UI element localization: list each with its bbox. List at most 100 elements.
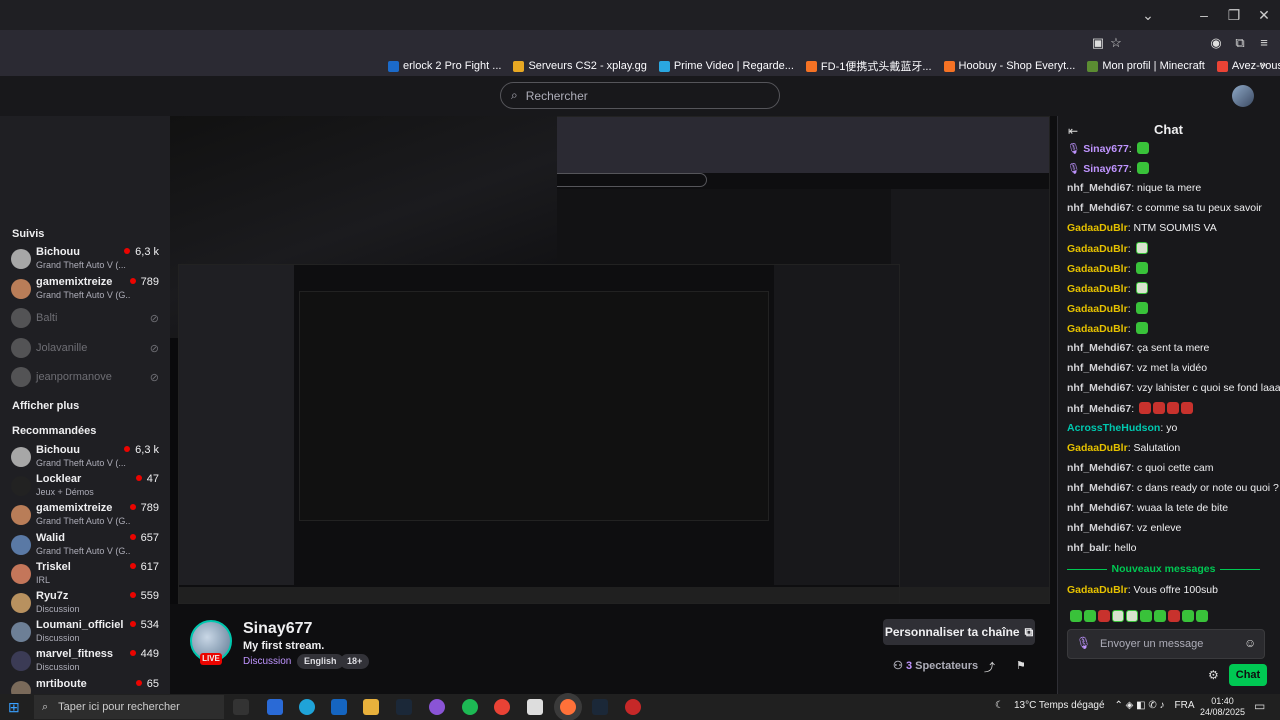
sidebar-channel[interactable]: gamemixtreize Grand Theft Auto V (G... 7… <box>0 275 170 303</box>
task-view-icon[interactable] <box>233 699 249 715</box>
weather-text[interactable]: 13°C Temps dégagé <box>1014 700 1105 711</box>
emote-icon[interactable] <box>1135 322 1148 334</box>
chat-username[interactable]: Sinay677 <box>1083 163 1129 175</box>
picture-in-picture-icon[interactable]: ▣ <box>1090 35 1106 51</box>
sidebar-channel[interactable]: Walid Grand Theft Auto V (G... 657 <box>0 531 170 559</box>
sidebar-channel[interactable]: Bichouu Grand Theft Auto V (... 6,3 k <box>0 245 170 273</box>
discord-app-icon[interactable] <box>429 699 445 715</box>
chat-username[interactable]: nhf_Mehdi67 <box>1067 382 1131 394</box>
folder-app-icon[interactable] <box>363 699 379 715</box>
chat-username[interactable]: nhf_Mehdi67 <box>1067 182 1131 194</box>
chat-username[interactable]: nhf_Mehdi67 <box>1067 522 1131 534</box>
minimize-button[interactable]: – <box>1194 6 1214 24</box>
tag-english[interactable]: English <box>297 654 344 669</box>
chat-username[interactable]: nhf_Mehdi67 <box>1067 462 1131 474</box>
bookmark-item[interactable]: Serveurs CS2 - xplay.gg <box>513 60 647 72</box>
emote-icon[interactable] <box>1135 302 1148 314</box>
sidebar-channel[interactable]: Ryu7z Discussion 559 <box>0 589 170 617</box>
steam-app-icon-2[interactable] <box>592 699 608 715</box>
chat-username[interactable]: nhf_Mehdi67 <box>1067 342 1131 354</box>
mod-view-icon[interactable]: ⚑ <box>1016 659 1026 672</box>
windows-start-icon[interactable]: ⊞ <box>8 699 24 715</box>
explorer-app-icon[interactable] <box>267 699 283 715</box>
sidebar-channel[interactable]: Locklear Jeux + Démos 47 <box>0 472 170 500</box>
restore-button[interactable]: ❐ <box>1224 6 1244 24</box>
outlook-app-icon[interactable] <box>331 699 347 715</box>
share-icon[interactable]: ⤴ <box>984 659 995 675</box>
chat-username[interactable]: GadaaDuBlr <box>1067 263 1128 275</box>
chat-username[interactable]: nhf_Mehdi67 <box>1067 482 1131 494</box>
emote-icon[interactable] <box>1135 262 1148 274</box>
chat-username[interactable]: AcrossTheHudson <box>1067 422 1160 434</box>
bookmark-star-icon[interactable]: ☆ <box>1108 35 1124 51</box>
stream-category[interactable]: Discussion <box>243 656 291 667</box>
emote-icon[interactable] <box>1136 142 1149 154</box>
chrome-app-icon[interactable] <box>494 699 510 715</box>
chat-username[interactable]: GadaaDuBlr <box>1067 283 1128 295</box>
sidebar-channel[interactable]: jeanpormanove ⊘ <box>0 363 170 391</box>
bookmarks-overflow-icon[interactable]: » <box>1260 59 1266 71</box>
chat-username[interactable]: Sinay677 <box>1083 143 1129 155</box>
emote-icon[interactable] <box>1136 162 1149 174</box>
taskbar-search-input[interactable]: ⌕ Taper ici pour rechercher <box>34 695 224 719</box>
sidebar-channel[interactable]: Triskel IRL 617 <box>0 560 170 588</box>
bookmark-item[interactable]: Prime Video | Regarde... <box>658 60 794 72</box>
tab-list-chevron-icon[interactable]: ⌄ <box>1138 6 1158 24</box>
video-player[interactable] <box>170 116 1050 604</box>
chat-username[interactable]: nhf_Mehdi67 <box>1067 403 1131 415</box>
bookmark-favicon-icon <box>943 60 955 72</box>
account-icon[interactable]: ◉ <box>1208 35 1224 51</box>
search-input[interactable]: ⌕ Rechercher <box>500 82 780 109</box>
emote-picker-icon[interactable]: ☺ <box>1244 636 1256 650</box>
store-app-icon[interactable] <box>527 699 543 715</box>
tray-icons[interactable]: ⌃ ◈ ◧ ✆ ♪ <box>1115 700 1165 711</box>
sidebar-channel[interactable]: marvel_fitness Discussion 449 <box>0 647 170 675</box>
extensions-icon[interactable]: ⧉ <box>1232 35 1248 51</box>
sidebar-channel[interactable]: Jolavanille ⊘ <box>0 334 170 362</box>
steam-app-icon[interactable] <box>396 699 412 715</box>
sidebar-channel[interactable]: gamemixtreize Grand Theft Auto V (G... 7… <box>0 501 170 529</box>
bookmark-item[interactable]: FD-1便携式头戴蓝牙... <box>805 58 932 74</box>
language-indicator[interactable]: FRA <box>1175 700 1195 711</box>
sidebar-channel[interactable]: Balti ⊘ <box>0 304 170 332</box>
sidebar-channel[interactable]: Bichouu Grand Theft Auto V (... 6,3 k <box>0 443 170 471</box>
chat-username[interactable]: GadaaDuBlr <box>1067 442 1128 454</box>
bookmark-item[interactable]: erlock 2 Pro Fight ... <box>388 60 501 72</box>
chat-username[interactable]: GadaaDuBlr <box>1067 584 1128 596</box>
chat-username[interactable]: GadaaDuBlr <box>1067 243 1128 255</box>
emote-icon[interactable] <box>1135 242 1148 254</box>
spotify-app-icon[interactable] <box>462 699 478 715</box>
tag-18plus[interactable]: 18+ <box>340 654 370 669</box>
chat-username[interactable]: nhf_Mehdi67 <box>1067 202 1131 214</box>
emote-icon[interactable] <box>1135 282 1148 294</box>
emote-icon[interactable] <box>1181 402 1194 414</box>
chat-username[interactable]: GadaaDuBlr <box>1067 303 1128 315</box>
firefox-app-icon[interactable] <box>560 699 576 715</box>
chat-settings-icon[interactable]: ⚙ <box>1208 668 1219 682</box>
clock[interactable]: 01:40 24/08/2025 <box>1200 696 1245 718</box>
customize-channel-button[interactable]: Personnaliser ta chaîne ⧉ <box>883 619 1035 645</box>
user-avatar[interactable] <box>1232 85 1254 107</box>
menu-icon[interactable]: ≡ <box>1256 35 1272 51</box>
chat-username[interactable]: nhf_Mehdi67 <box>1067 502 1131 514</box>
emote-icon[interactable] <box>1153 402 1166 414</box>
chat-username[interactable]: nhf_Mehdi67 <box>1067 362 1131 374</box>
chat-username[interactable]: GadaaDuBlr <box>1067 222 1128 234</box>
streamer-name[interactable]: Sinay677 <box>243 620 312 638</box>
edge-app-icon[interactable] <box>299 699 315 715</box>
show-more-link[interactable]: Afficher plus <box>12 400 79 412</box>
chat-send-button[interactable]: Chat <box>1229 664 1267 686</box>
sidebar-channel[interactable]: Loumani_officiel Discussion 534 <box>0 618 170 646</box>
chat-username[interactable]: nhf_balr <box>1067 542 1108 554</box>
bookmark-item[interactable]: Avez-vous terminé ? - ... <box>1216 60 1280 72</box>
notifications-icon[interactable]: ▭ <box>1254 699 1265 713</box>
emote-icon[interactable] <box>1167 402 1180 414</box>
emote-icon[interactable] <box>1139 402 1152 414</box>
close-button[interactable]: ✕ <box>1254 6 1274 24</box>
obs-app-icon[interactable] <box>625 699 641 715</box>
chat-username[interactable]: GadaaDuBlr <box>1067 323 1128 335</box>
microphone-icon[interactable]: 🎙 <box>1076 636 1091 650</box>
chat-input[interactable]: Envoyer un message <box>1067 629 1265 659</box>
bookmark-item[interactable]: Mon profil | Minecraft <box>1087 60 1205 72</box>
bookmark-item[interactable]: Hoobuy - Shop Everyt... <box>943 60 1075 72</box>
